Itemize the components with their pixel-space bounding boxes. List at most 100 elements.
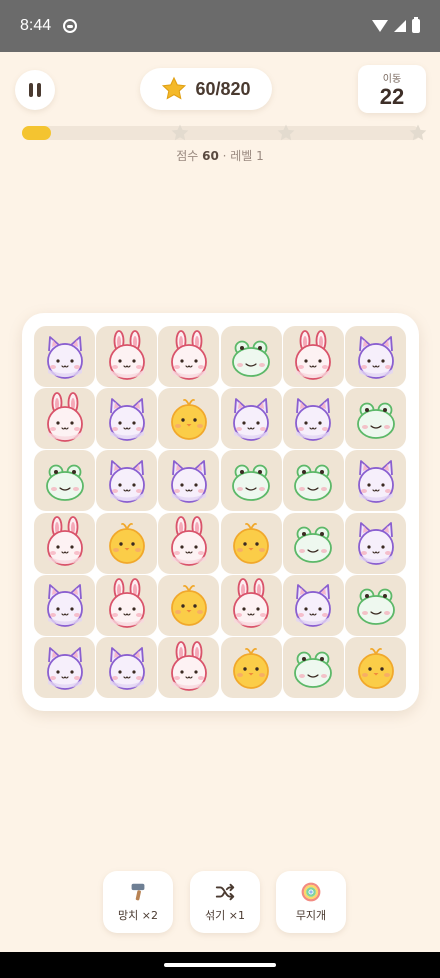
board-tile-cat[interactable] (34, 326, 95, 387)
board-tile-frog[interactable] (282, 637, 344, 698)
star-icon (162, 76, 187, 100)
board-tile-bunny[interactable] (34, 512, 95, 574)
board-tile-frog[interactable] (345, 574, 406, 636)
status-icons (372, 17, 420, 33)
status-bar: 8:44 (0, 0, 440, 52)
board-tile-cat[interactable] (96, 450, 158, 512)
board-tile-frog[interactable] (282, 450, 344, 512)
cat-piece-icon (46, 646, 83, 690)
cat-piece-icon (108, 646, 145, 690)
score-caption-value: 60 (202, 149, 219, 163)
cat-piece-icon (357, 335, 394, 379)
score-progress-bar (22, 124, 427, 141)
pause-button[interactable] (15, 70, 55, 110)
milestone-star-icon (171, 124, 189, 141)
board-tile-bunny[interactable] (96, 326, 158, 387)
board-tile-bunny[interactable] (158, 512, 220, 574)
board-tile-cat[interactable] (34, 637, 95, 698)
board-tile-chick[interactable] (96, 512, 158, 574)
bunny-piece-icon (170, 640, 207, 691)
chick-piece-icon (170, 585, 207, 627)
bunny-piece-icon (46, 391, 83, 442)
milestone-star-icon (409, 124, 427, 141)
frog-piece-icon (356, 588, 395, 626)
frog-piece-icon (294, 464, 333, 501)
chick-piece-icon (233, 647, 269, 689)
cat-piece-icon (46, 584, 83, 628)
board-tile-chick[interactable] (220, 637, 282, 698)
board-tile-frog[interactable] (345, 388, 406, 450)
chick-piece-icon (108, 523, 145, 564)
board-tile-chick[interactable] (158, 388, 220, 450)
cat-piece-icon (357, 522, 394, 565)
cat-piece-icon (295, 584, 332, 628)
pause-icon (29, 83, 33, 97)
chick-piece-icon (357, 647, 394, 689)
shuffle-tool-button[interactable]: 섞기 ×1 (190, 871, 260, 933)
board-tile-cat[interactable] (96, 388, 158, 450)
wifi-icon (372, 20, 388, 32)
moves-counter: 이동 22 (358, 65, 426, 113)
milestone-star-icon (277, 124, 295, 141)
score-pill: 60/820 (140, 68, 272, 110)
shuffle-tool-label: 섞기 ×1 (205, 909, 245, 922)
frog-piece-icon (45, 464, 84, 501)
frog-piece-icon (294, 651, 333, 688)
signal-icon (394, 20, 406, 32)
board-tile-cat[interactable] (345, 450, 406, 512)
hammer-tool-button[interactable]: 망치 ×2 (103, 871, 173, 933)
board-tile-bunny[interactable] (34, 388, 95, 450)
progress-fill (22, 126, 52, 140)
moves-label: 이동 (382, 74, 402, 85)
chick-piece-icon (170, 398, 207, 440)
score-caption-prefix: 점수 (176, 149, 199, 163)
bunny-piece-icon (108, 329, 145, 380)
frog-piece-icon (356, 402, 395, 439)
cat-piece-icon (295, 397, 332, 441)
score-caption-level: · 레벨 1 (222, 149, 264, 163)
board-tile-bunny[interactable] (96, 574, 158, 636)
board-tile-chick[interactable] (220, 512, 282, 574)
rainbow-tool-label: 무지개 (295, 909, 327, 922)
board-tile-bunny[interactable] (282, 326, 344, 387)
board-tile-frog[interactable] (282, 512, 344, 574)
board-tile-cat[interactable] (345, 326, 406, 387)
rainbow-tool-button[interactable]: 무지개 (276, 871, 346, 933)
board-tile-bunny[interactable] (220, 574, 282, 636)
home-gesture-handle[interactable] (164, 963, 276, 967)
board-tile-cat[interactable] (158, 450, 220, 512)
battery-icon (412, 17, 420, 33)
frog-piece-icon (232, 340, 270, 377)
frog-piece-icon (232, 464, 270, 501)
board-tile-cat[interactable] (220, 388, 282, 450)
bunny-piece-icon (108, 578, 145, 629)
hammer-icon (131, 883, 145, 901)
app-notification-icon (63, 19, 78, 33)
navigation-bar (0, 952, 440, 978)
score-text: 60/820 (195, 78, 251, 99)
board-tile-bunny[interactable] (158, 326, 220, 387)
cat-piece-icon (357, 459, 394, 503)
board-tile-cat[interactable] (96, 637, 158, 698)
board-tile-bunny[interactable] (158, 637, 220, 698)
board-tile-frog[interactable] (220, 450, 282, 512)
board-tile-chick[interactable] (345, 637, 406, 698)
bunny-piece-icon (46, 516, 83, 566)
bunny-piece-icon (295, 329, 332, 380)
chick-piece-icon (233, 523, 269, 564)
board-tile-chick[interactable] (158, 574, 220, 636)
board-tile-cat[interactable] (345, 512, 406, 574)
cat-piece-icon (233, 397, 269, 441)
cat-piece-icon (108, 397, 145, 441)
board-tile-cat[interactable] (34, 574, 95, 636)
moves-value: 22 (379, 84, 405, 109)
board-tile-cat[interactable] (282, 388, 344, 450)
status-time: 8:44 (20, 17, 52, 34)
shuffle-icon (215, 883, 235, 901)
cat-piece-icon (108, 459, 145, 503)
board-tile-cat[interactable] (282, 574, 344, 636)
bunny-piece-icon (170, 329, 207, 380)
score-caption: 점수 60 · 레벨 1 (0, 147, 440, 164)
board-tile-frog[interactable] (34, 450, 95, 512)
board-tile-frog[interactable] (220, 326, 282, 387)
